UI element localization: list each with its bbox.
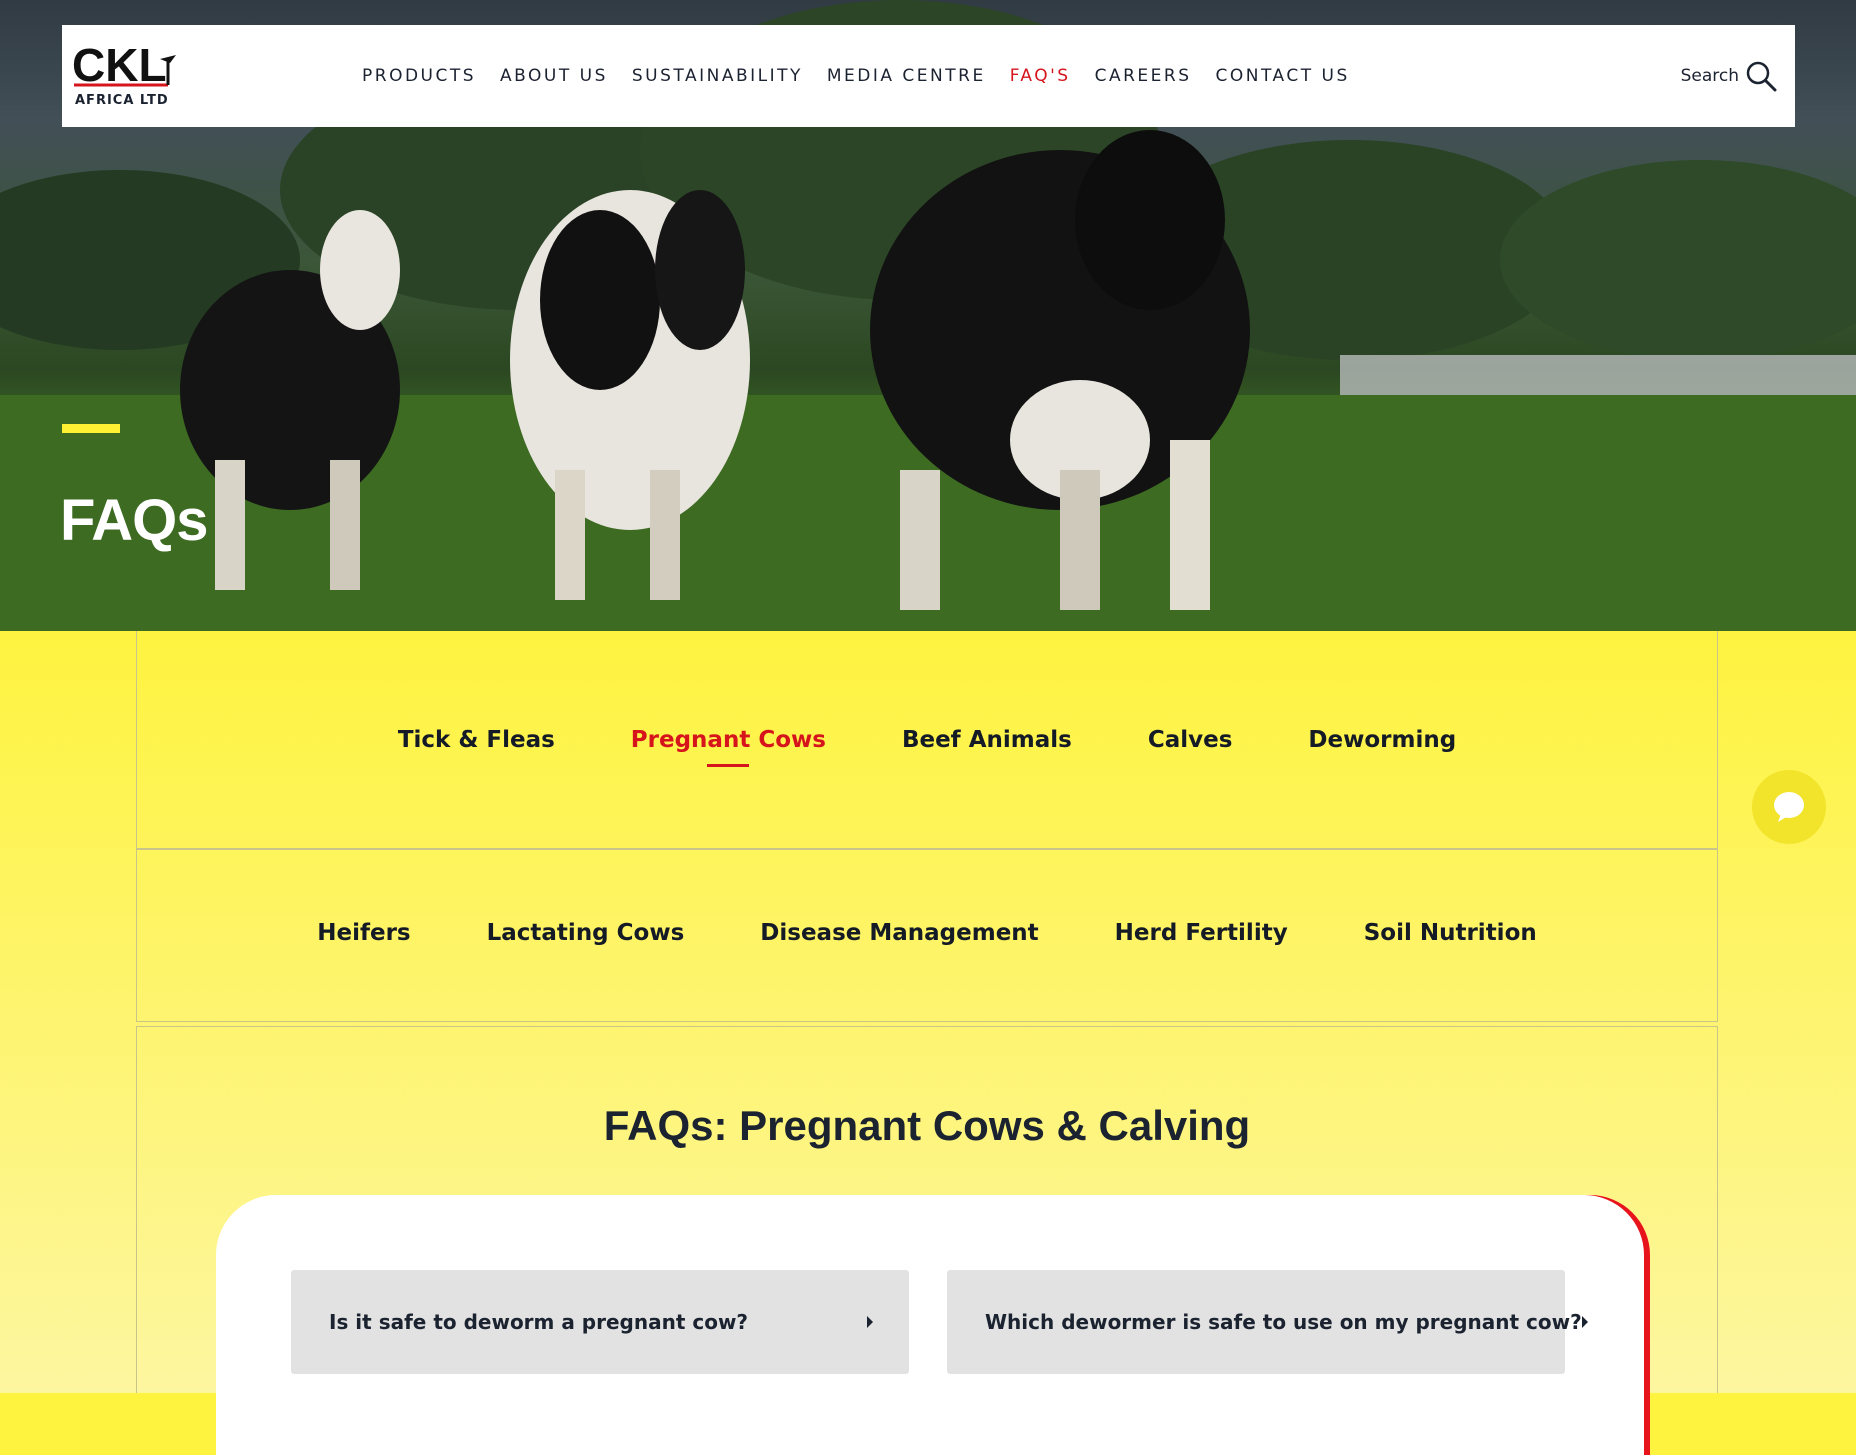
title-accent-bar bbox=[62, 424, 120, 433]
tab-soil-nutrition[interactable]: Soil Nutrition bbox=[1364, 920, 1537, 946]
search-icon bbox=[1746, 61, 1777, 92]
tab-tick-fleas[interactable]: Tick & Fleas bbox=[398, 727, 555, 753]
caret-right-icon bbox=[867, 1316, 873, 1328]
logo-subtitle: AFRICA LTD bbox=[75, 93, 169, 108]
chat-button[interactable] bbox=[1752, 770, 1826, 844]
category-panel-2: Heifers Lactating Cows Disease Managemen… bbox=[136, 849, 1718, 1022]
search-label: Search bbox=[1680, 66, 1739, 86]
nav-about-us[interactable]: ABOUT US bbox=[500, 66, 608, 86]
ckl-logo[interactable]: CKL AFRICA LTD bbox=[72, 41, 182, 111]
faq-item[interactable]: Which dewormer is safe to use on my preg… bbox=[947, 1270, 1588, 1374]
nav-sustainability[interactable]: SUSTAINABILITY bbox=[632, 66, 803, 86]
tab-herd-fertility[interactable]: Herd Fertility bbox=[1115, 920, 1288, 946]
tab-lactating-cows[interactable]: Lactating Cows bbox=[487, 920, 685, 946]
logo-mark: CKL bbox=[72, 41, 176, 91]
category-tabs-row-1: Tick & Fleas Pregnant Cows Beef Animals … bbox=[137, 727, 1717, 767]
page-title: FAQs bbox=[60, 487, 208, 553]
site-header: CKL AFRICA LTD PRODUCTS ABOUT US SUSTAIN… bbox=[62, 25, 1795, 127]
tab-heifers[interactable]: Heifers bbox=[317, 920, 410, 946]
category-tabs-row-2: Heifers Lactating Cows Disease Managemen… bbox=[137, 920, 1717, 946]
section-title: FAQs: Pregnant Cows & Calving bbox=[603, 1101, 1251, 1149]
nav-media-centre[interactable]: MEDIA CENTRE bbox=[827, 66, 986, 86]
nav-products[interactable]: PRODUCTS bbox=[362, 66, 476, 86]
faq-card: Is it safe to deworm a pregnant cow? Whi… bbox=[216, 1195, 1644, 1455]
tab-disease-management[interactable]: Disease Management bbox=[760, 920, 1038, 946]
caret-right-icon bbox=[1581, 1316, 1588, 1328]
faq-item[interactable]: Is it safe to deworm a pregnant cow? bbox=[291, 1270, 909, 1374]
tab-pregnant-cows[interactable]: Pregnant Cows bbox=[631, 727, 826, 767]
nav-contact-us[interactable]: CONTACT US bbox=[1216, 66, 1350, 86]
faq-question: Is it safe to deworm a pregnant cow? bbox=[329, 1310, 749, 1334]
nav-faqs[interactable]: FAQ'S bbox=[1010, 66, 1071, 86]
search-button[interactable]: Search bbox=[1681, 25, 1777, 127]
category-panel-1: Tick & Fleas Pregnant Cows Beef Animals … bbox=[136, 631, 1718, 849]
main-nav: PRODUCTS ABOUT US SUSTAINABILITY MEDIA C… bbox=[362, 25, 1374, 127]
tab-calves[interactable]: Calves bbox=[1148, 727, 1233, 753]
faq-question: Which dewormer is safe to use on my preg… bbox=[985, 1310, 1582, 1334]
tab-deworming[interactable]: Deworming bbox=[1308, 727, 1456, 753]
nav-careers[interactable]: CAREERS bbox=[1095, 66, 1192, 86]
tab-beef-animals[interactable]: Beef Animals bbox=[902, 727, 1072, 753]
chat-bubble-icon bbox=[1774, 792, 1804, 822]
